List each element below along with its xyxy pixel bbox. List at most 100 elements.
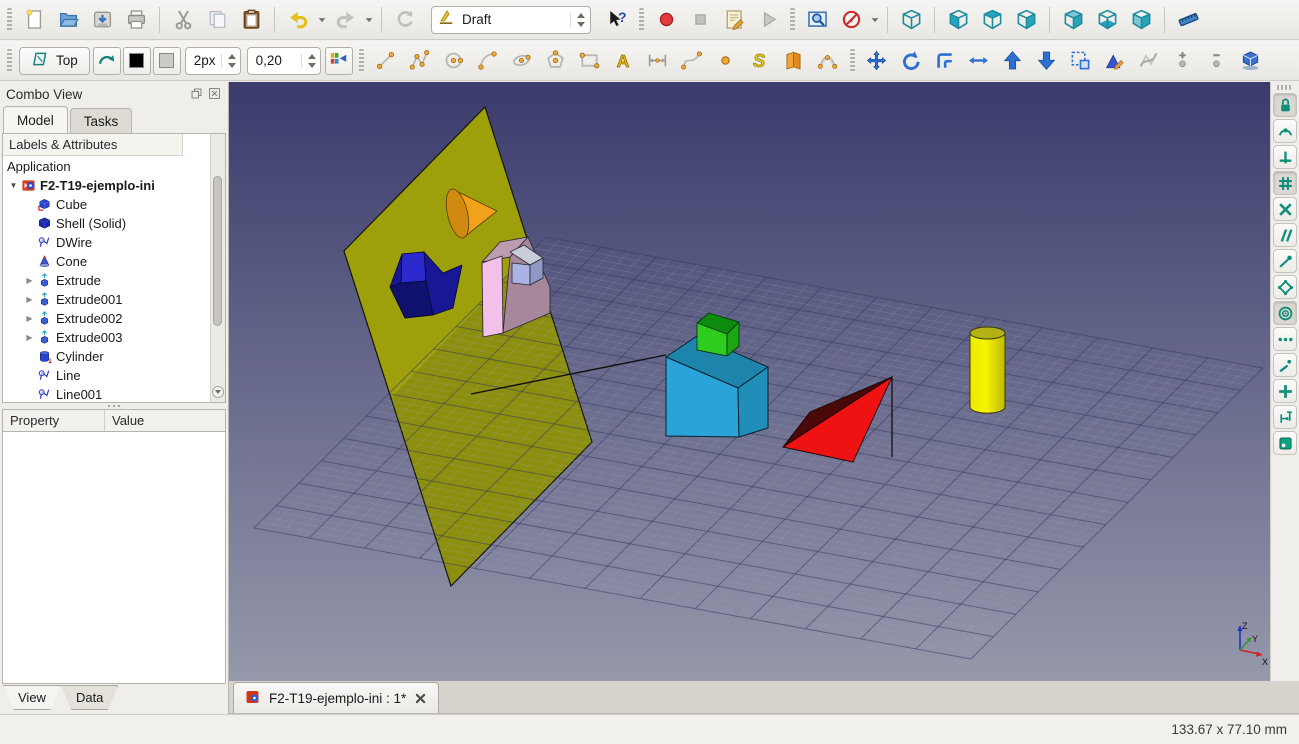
tab-tasks[interactable]: Tasks [69, 108, 133, 133]
draft-bspline-button[interactable] [675, 46, 709, 76]
snap-dimensions-button[interactable] [1273, 405, 1297, 429]
tab-model[interactable]: Model [3, 106, 68, 133]
draft-circle-button[interactable] [437, 46, 471, 76]
tree-item-cube[interactable]: Cube [3, 195, 225, 214]
tree-item-dwire[interactable]: DWire [3, 233, 225, 252]
cut-button[interactable] [166, 5, 200, 35]
redo-dropdown[interactable] [362, 5, 375, 35]
tab-view[interactable]: View [3, 685, 61, 710]
tree-column-header[interactable]: Labels & Attributes [3, 134, 183, 156]
view-rear-button[interactable] [1056, 5, 1090, 35]
draft-dimension-button[interactable] [641, 46, 675, 76]
measure-distance-button[interactable] [1171, 5, 1205, 35]
float-panel-button[interactable] [189, 87, 204, 102]
snap-intersection-button[interactable] [1273, 197, 1297, 221]
macro-record-button[interactable] [649, 5, 683, 35]
draw-style-button[interactable] [834, 5, 868, 35]
tree-item-shell-solid-[interactable]: Shell (Solid) [3, 214, 225, 233]
macro-stop-button[interactable] [683, 5, 717, 35]
close-document-icon[interactable] [414, 692, 427, 705]
line-width-spinbox[interactable]: 2px [184, 46, 241, 75]
copy-button[interactable] [200, 5, 234, 35]
draft-ellipse-button[interactable] [505, 46, 539, 76]
draft-facebinder-button[interactable] [777, 46, 811, 76]
draft-move-button[interactable] [860, 46, 894, 76]
3d-viewport[interactable]: Z Y X [229, 82, 1270, 681]
paste-button[interactable] [234, 5, 268, 35]
collapse-arrow-icon[interactable]: ▶ [23, 276, 36, 285]
tree-item-f2-t19-ejemplo-ini[interactable]: ▼ F2-T19-ejemplo-ini [3, 176, 225, 195]
toolbar-drag-handle[interactable] [639, 7, 644, 32]
draft-polygon-button[interactable] [539, 46, 573, 76]
draft-upgrade-button[interactable] [996, 46, 1030, 76]
view-bottom-button[interactable] [1090, 5, 1124, 35]
draft-shapestring-button[interactable]: S [743, 46, 777, 76]
snap-parallel-button[interactable] [1273, 223, 1297, 247]
draft-wire-button[interactable] [403, 46, 437, 76]
snap-angle-button[interactable] [1273, 275, 1297, 299]
workbench-selector[interactable]: Draft [431, 5, 591, 34]
view-right-button[interactable] [1009, 5, 1043, 35]
toolbar-drag-handle[interactable] [790, 7, 795, 32]
draft-delete-point-button[interactable] [1200, 46, 1234, 76]
tree-item-extrude002[interactable]: ▶ Extrude002 [3, 309, 225, 328]
snap-perpendicular-button[interactable] [1273, 145, 1297, 169]
draft-arc-button[interactable] [471, 46, 505, 76]
draft-add-point-button[interactable] [1166, 46, 1200, 76]
value-column-header[interactable]: Value [105, 410, 225, 431]
view-front-button[interactable] [941, 5, 975, 35]
tree-item-cylinder[interactable]: Cylinder [3, 347, 225, 366]
draw-style-dropdown[interactable] [868, 5, 881, 35]
tree-item-line001[interactable]: Line001 [3, 385, 225, 402]
tree-item-extrude003[interactable]: ▶ Extrude003 [3, 328, 225, 347]
face-color-button[interactable] [152, 46, 181, 75]
tree-scrollbar-thumb[interactable] [213, 176, 222, 326]
draft-scale-button[interactable] [1064, 46, 1098, 76]
expand-arrow-icon[interactable]: ▼ [7, 181, 20, 190]
save-file-button[interactable] [85, 5, 119, 35]
workbench-spinner[interactable] [570, 12, 585, 27]
view-left-button[interactable] [1124, 5, 1158, 35]
snap-ortho-button[interactable] [1273, 379, 1297, 403]
open-file-button[interactable] [51, 5, 85, 35]
draft-bezier-button[interactable] [811, 46, 845, 76]
tree-item-line[interactable]: Line [3, 366, 225, 385]
construction-mode-button[interactable] [92, 46, 121, 75]
refresh-button[interactable] [388, 5, 422, 35]
draft-line-button[interactable] [369, 46, 403, 76]
snap-center-button[interactable] [1273, 301, 1297, 325]
whats-this-button[interactable]: ? [600, 5, 634, 35]
document-tab[interactable]: F2-T19-ejemplo-ini : 1* [233, 682, 440, 713]
autogroup-button[interactable] [324, 46, 353, 75]
snap-midpoint-button[interactable] [1273, 119, 1297, 143]
collapse-arrow-icon[interactable]: ▶ [23, 314, 36, 323]
draft-text-button[interactable]: A [607, 46, 641, 76]
snap-lock-button[interactable] [1273, 93, 1297, 117]
collapse-arrow-icon[interactable]: ▶ [23, 295, 36, 304]
draft-downgrade-button[interactable] [1030, 46, 1064, 76]
redo-button[interactable] [328, 5, 362, 35]
tree-item-extrude[interactable]: ▶ Extrude [3, 271, 225, 290]
tree-item-cone[interactable]: Cone [3, 252, 225, 271]
snap-workingplane-button[interactable] [1273, 431, 1297, 455]
line-width-spinner[interactable] [220, 53, 236, 68]
view-top-button[interactable] [975, 5, 1009, 35]
snap-endpoint-button[interactable] [1273, 249, 1297, 273]
snap-grid-button[interactable] [1273, 171, 1297, 195]
tree-scrollbar[interactable] [210, 134, 225, 402]
macro-play-button[interactable] [751, 5, 785, 35]
draft-offset-button[interactable] [928, 46, 962, 76]
close-panel-button[interactable] [207, 87, 222, 102]
toolbar-drag-handle[interactable] [849, 48, 855, 73]
undo-button[interactable] [281, 5, 315, 35]
toolbar-drag-handle[interactable] [7, 48, 12, 73]
draft-edit-button[interactable] [1098, 46, 1132, 76]
line-color-button[interactable] [122, 46, 151, 75]
property-table-body[interactable] [2, 432, 226, 684]
undo-dropdown[interactable] [315, 5, 328, 35]
toolbar-drag-handle[interactable] [358, 48, 364, 73]
print-button[interactable] [119, 5, 153, 35]
draft-rotate-button[interactable] [894, 46, 928, 76]
text-scale-spinner[interactable] [300, 53, 316, 68]
draft-wire-to-bspline-button[interactable] [1132, 46, 1166, 76]
